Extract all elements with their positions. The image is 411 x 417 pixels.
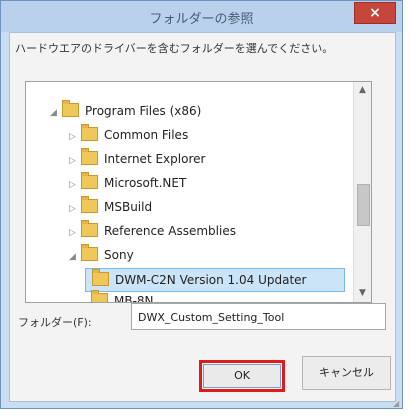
folder-icon <box>81 124 98 141</box>
tree-item-program-files[interactable]: ◢ Program Files (x86) <box>50 100 201 122</box>
folder-icon <box>81 196 98 213</box>
tree-item-sony[interactable]: ◢ Sony <box>69 244 134 266</box>
folder-icon <box>81 220 98 237</box>
tree-item-dwm-c2n-updater[interactable]: DWM-C2N Version 1.04 Updater <box>85 268 345 292</box>
folder-icon <box>92 269 109 286</box>
scroll-thumb[interactable] <box>357 184 370 226</box>
tree-item-label: Microsoft.NET <box>104 176 187 190</box>
dialog-description: ハードウエアのドライバーを含むフォルダーを選んでください。 <box>15 42 334 55</box>
dialog-title: フォルダーの参照 <box>149 12 254 27</box>
folder-field-label: フォルダー(F): <box>18 316 92 329</box>
scroll-up-icon[interactable]: ▲ <box>354 82 371 99</box>
tree-item-label: Reference Assemblies <box>104 224 236 238</box>
tree-item-mb-8n[interactable]: MB-8N <box>91 290 154 303</box>
tree-item-internet-explorer[interactable]: ▷ Internet Explorer <box>69 148 205 170</box>
tree-item-label: Program Files (x86) <box>85 104 202 118</box>
tree-item-common-files[interactable]: ▷ Common Files <box>69 124 188 146</box>
expand-arrow-icon[interactable]: ◢ <box>69 246 81 268</box>
expand-arrow-icon[interactable]: ▷ <box>69 198 81 220</box>
expand-arrow-icon[interactable]: ▷ <box>69 222 81 244</box>
tree-item-label: Sony <box>104 248 134 262</box>
tree-item-label: MSBuild <box>104 200 153 214</box>
cancel-button[interactable]: キャンセル <box>302 356 391 390</box>
tree-item-msbuild[interactable]: ▷ MSBuild <box>69 196 152 218</box>
resize-grip-icon[interactable]: ◢ <box>393 399 402 408</box>
folder-icon <box>62 100 79 117</box>
folder-icon <box>81 172 98 189</box>
tree-item-reference-assemblies[interactable]: ▷ Reference Assemblies <box>69 220 236 242</box>
scroll-down-icon[interactable]: ▼ <box>354 285 371 302</box>
expand-arrow-icon[interactable]: ▷ <box>69 126 81 148</box>
tree-item-label: MB-8N <box>114 294 154 303</box>
tree-item-label: DWM-C2N Version 1.04 Updater <box>115 273 307 287</box>
folder-icon <box>91 290 108 302</box>
close-button[interactable]: × <box>354 2 396 24</box>
tree-item-label: Common Files <box>104 128 189 142</box>
folder-icon <box>81 148 98 165</box>
expand-arrow-icon[interactable]: ▷ <box>69 150 81 172</box>
title-bar[interactable]: フォルダーの参照 × <box>1 1 402 32</box>
tree-item-label: Internet Explorer <box>104 152 206 166</box>
folder-tree[interactable]: ◢ Program Files (x86) ▷ Common Files ▷ Inte… <box>25 81 372 303</box>
tree-item-microsoft-net[interactable]: ▷ Microsoft.NET <box>69 172 186 194</box>
expand-arrow-icon[interactable]: ▷ <box>69 174 81 196</box>
folder-icon <box>81 244 98 261</box>
expand-arrow-icon[interactable]: ◢ <box>50 102 62 124</box>
folder-name-input[interactable]: DWX_Custom_Setting_Tool <box>131 303 386 330</box>
browse-folder-dialog: フォルダーの参照 × ハードウエアのドライバーを含むフォルダーを選んでください。… <box>0 0 403 409</box>
tree-scrollbar[interactable]: ▲ ▼ <box>353 82 371 302</box>
ok-button[interactable]: OK <box>203 364 281 388</box>
